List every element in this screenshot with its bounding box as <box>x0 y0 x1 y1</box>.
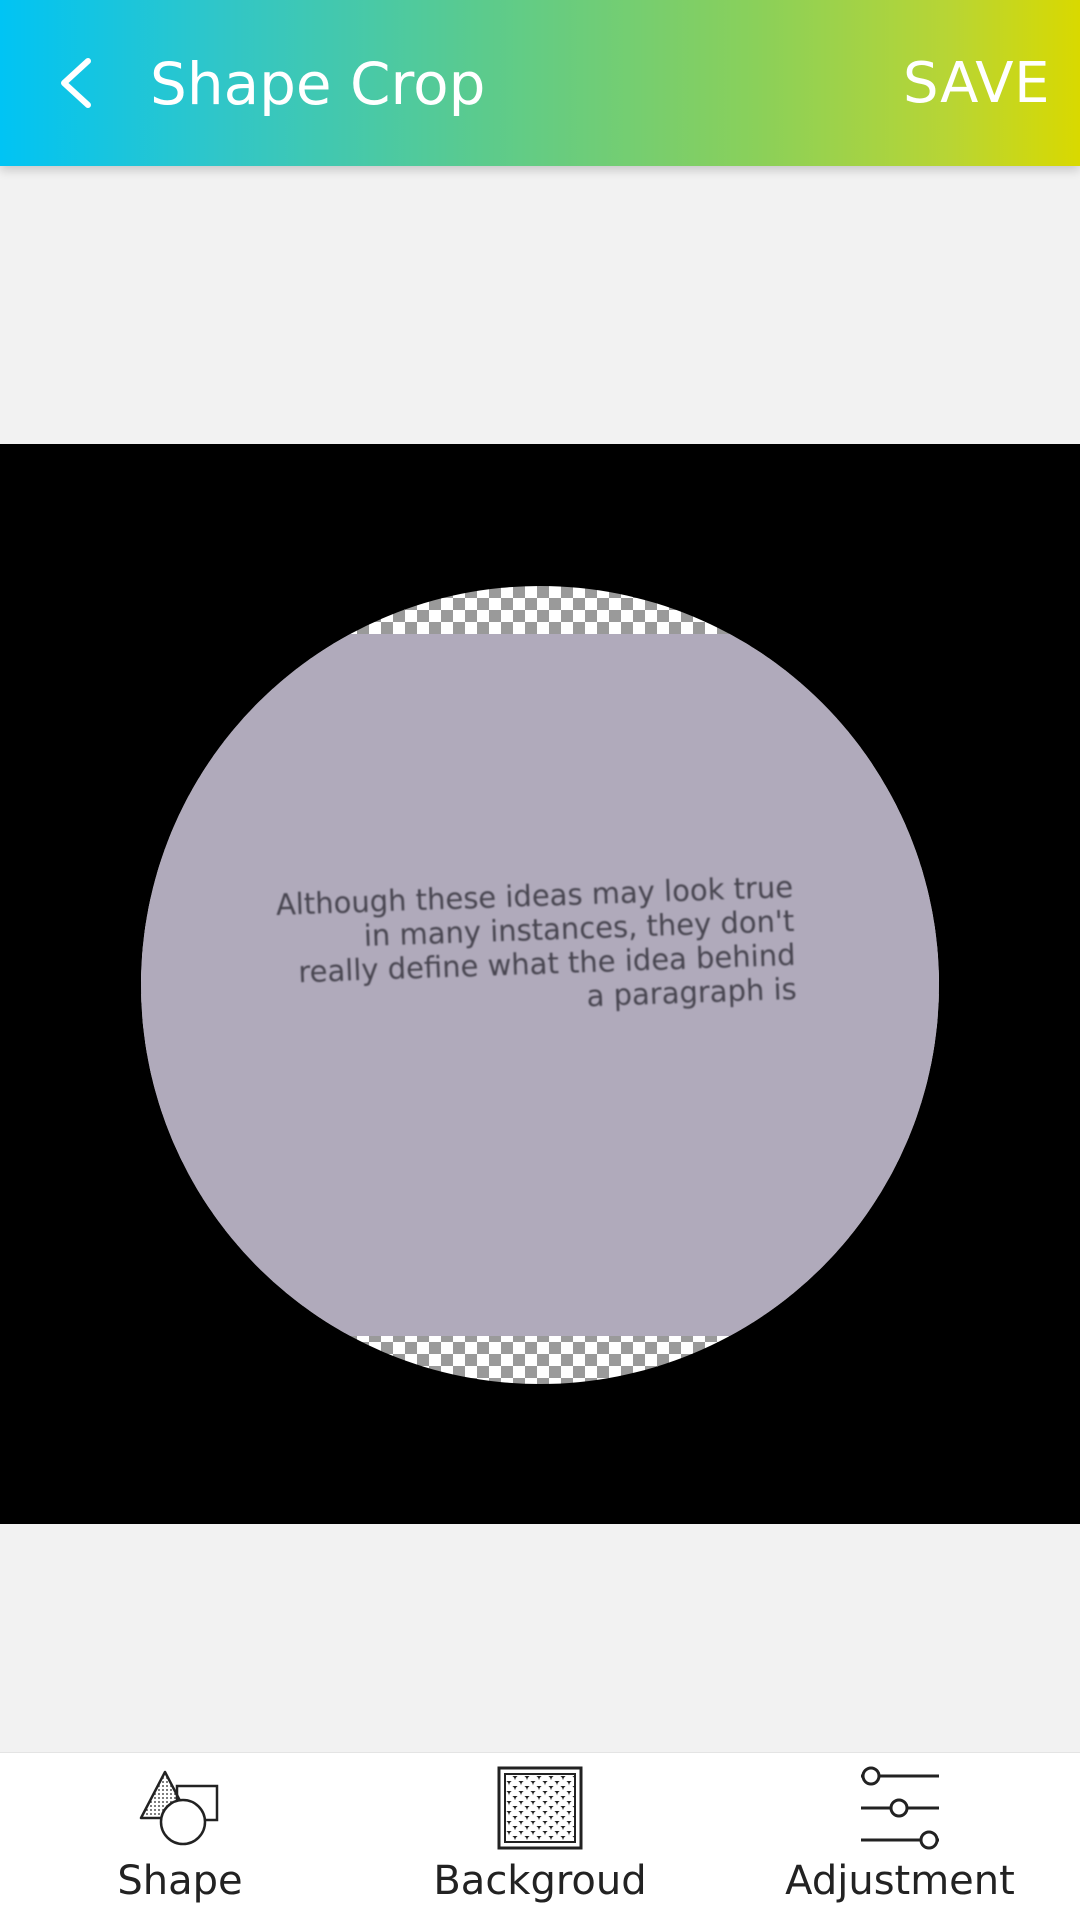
app-bar: Shape Crop SAVE <box>0 0 1080 166</box>
adjustment-tool-label: Adjustment <box>785 1858 1015 1904</box>
shape-tool-button[interactable]: Shape <box>0 1753 360 1921</box>
save-button[interactable]: SAVE <box>903 46 1050 122</box>
shape-tool-label: Shape <box>117 1858 243 1904</box>
background-tool-label: Backgroud <box>433 1858 647 1904</box>
background-tool-button[interactable]: Backgroud <box>360 1753 720 1921</box>
image-text: Although these ideas may look true in ma… <box>275 869 798 1014</box>
sliders-icon <box>857 1765 943 1851</box>
bottom-toolbar: Shape Backgroud Adjustment <box>0 1752 1080 1921</box>
cropped-image: Although these ideas may look true in ma… <box>141 634 939 1336</box>
chevron-left-icon <box>61 58 91 108</box>
adjustment-tool-button[interactable]: Adjustment <box>720 1753 1080 1921</box>
circle-crop-frame[interactable]: Although these ideas may look true in ma… <box>141 586 939 1384</box>
shapes-icon <box>137 1765 223 1851</box>
pattern-icon <box>497 1765 583 1851</box>
back-button[interactable] <box>40 45 112 121</box>
crop-canvas[interactable]: Although these ideas may look true in ma… <box>0 444 1080 1524</box>
page-title: Shape Crop <box>150 50 486 118</box>
